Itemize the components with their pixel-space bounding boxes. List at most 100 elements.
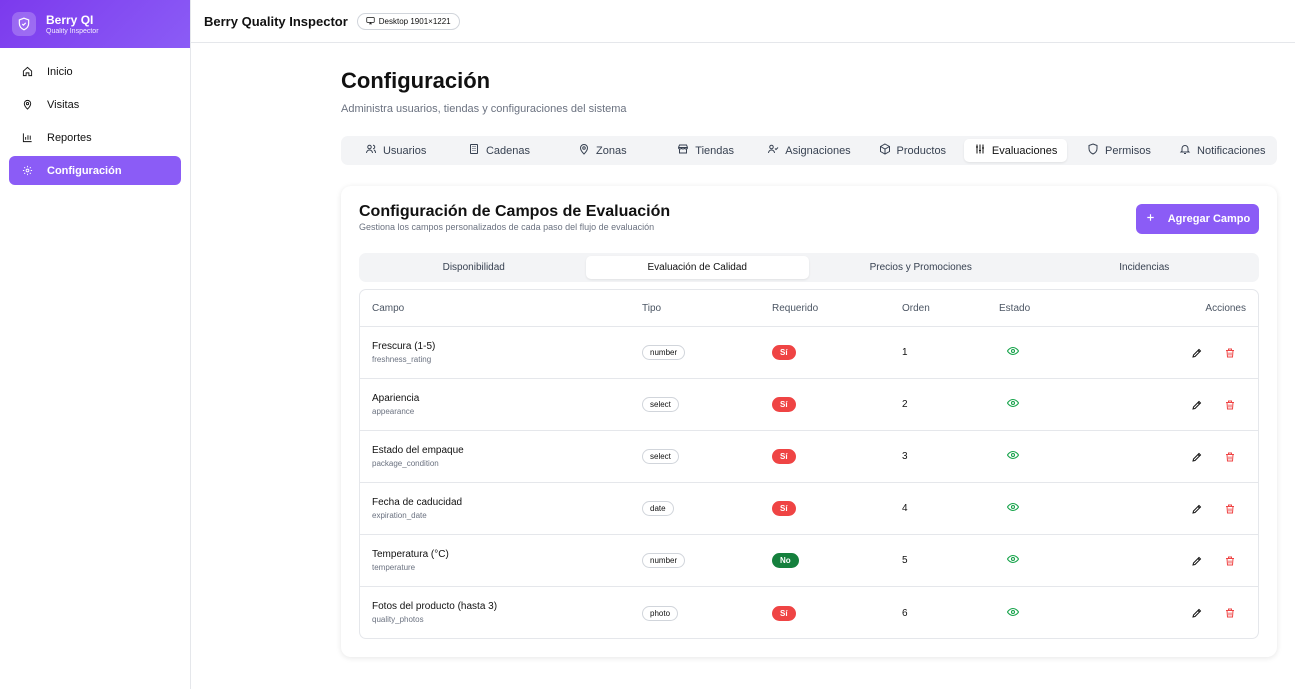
sidebar-item-inicio[interactable]: Inicio	[9, 57, 181, 86]
sidebar-item-label: Visitas	[47, 98, 80, 111]
users-icon	[365, 143, 377, 158]
field-key: expiration_date	[372, 510, 427, 520]
table-row: Fecha de caducidad expiration_date date …	[360, 483, 1258, 535]
tab-notificaciones[interactable]: Notificaciones	[1171, 139, 1274, 162]
step-tab-evaluacion-calidad[interactable]: Evaluación de Calidad	[585, 256, 809, 279]
map-pin-icon	[21, 99, 33, 111]
required-badge: Sí	[772, 501, 796, 516]
trash-icon[interactable]	[1224, 503, 1236, 515]
app-title: Berry Quality Inspector	[204, 13, 348, 29]
order-value: 4	[902, 503, 908, 514]
column-header-estado: Estado	[999, 302, 1031, 314]
order-value: 5	[902, 555, 908, 566]
user-check-icon	[767, 143, 779, 158]
step-tab-disponibilidad[interactable]: Disponibilidad	[362, 256, 586, 279]
pencil-icon[interactable]	[1191, 607, 1203, 619]
map-pin-icon	[578, 143, 590, 158]
step-tabs: Disponibilidad Evaluación de Calidad Pre…	[359, 253, 1259, 282]
tab-tiendas[interactable]: Tiendas	[654, 139, 757, 162]
device-badge-label: Desktop 1901×1221	[378, 16, 451, 26]
tab-label: Notificaciones	[1197, 144, 1266, 157]
field-key: package_condition	[372, 458, 439, 468]
tab-usuarios[interactable]: Usuarios	[344, 139, 447, 162]
gear-icon	[21, 165, 33, 177]
order-value: 6	[902, 607, 908, 619]
eye-icon[interactable]	[1006, 449, 1020, 464]
field-key: quality_photos	[372, 615, 424, 624]
shield-logo-icon	[12, 12, 36, 36]
column-header-campo: Campo	[372, 302, 405, 314]
field-name: Frescura (1-5)	[372, 340, 436, 352]
pencil-icon[interactable]	[1191, 399, 1203, 411]
step-tab-incidencias[interactable]: Incidencias	[1033, 256, 1257, 279]
field-name: Fecha de caducidad	[372, 496, 463, 508]
eye-icon[interactable]	[1006, 397, 1020, 412]
add-field-button[interactable]: Agregar Campo	[1136, 204, 1259, 234]
type-badge: select	[642, 397, 679, 412]
trash-icon[interactable]	[1224, 555, 1236, 567]
column-header-orden: Orden	[902, 302, 930, 314]
tab-zonas[interactable]: Zonas	[551, 139, 654, 162]
pencil-icon[interactable]	[1191, 555, 1203, 567]
page-subtitle: Administra usuarios, tiendas y configura…	[341, 103, 627, 115]
order-value: 3	[902, 451, 908, 462]
tab-asignaciones[interactable]: Asignaciones	[757, 139, 860, 162]
order-value: 2	[902, 399, 908, 410]
home-icon	[21, 66, 33, 78]
tab-label: Evaluaciones	[991, 144, 1058, 157]
step-tab-precios-promociones[interactable]: Precios y Promociones	[809, 256, 1033, 279]
table-row: Estado del empaque package_condition sel…	[360, 431, 1258, 483]
pencil-icon[interactable]	[1191, 451, 1203, 463]
required-badge: Sí	[772, 397, 796, 412]
store-icon	[677, 143, 689, 158]
eye-icon[interactable]	[1006, 553, 1020, 568]
sidebar-item-label: Configuración	[47, 164, 122, 177]
table-row: Temperatura (°C) temperature number No 5	[360, 535, 1258, 587]
required-badge: Sí	[772, 449, 796, 464]
table-header: Campo Tipo Requerido Orden Estado Accion…	[360, 290, 1258, 327]
required-badge: Sí	[772, 605, 796, 621]
bell-icon	[1179, 143, 1191, 158]
order-value: 1	[902, 347, 908, 358]
tab-label: Asignaciones	[785, 144, 851, 157]
sidebar-item-configuracion[interactable]: Configuración	[9, 156, 181, 185]
add-field-label: Agregar Campo	[1167, 213, 1251, 225]
page-title: Configuración	[341, 68, 491, 93]
table-row: Fotos del producto (hasta 3) quality_pho…	[360, 587, 1258, 638]
pencil-icon[interactable]	[1191, 503, 1203, 515]
evaluation-fields-card: Configuración de Campos de Evaluación Ge…	[341, 186, 1277, 657]
brand-subtitle: Quality Inspector	[46, 27, 99, 35]
tab-label: Tiendas	[695, 144, 735, 157]
sliders-icon	[974, 143, 986, 158]
eye-icon[interactable]	[1006, 345, 1020, 360]
tab-permisos[interactable]: Permisos	[1067, 139, 1170, 162]
trash-icon[interactable]	[1224, 607, 1236, 619]
field-key: appearance	[372, 406, 415, 416]
type-badge: select	[642, 449, 679, 464]
trash-icon[interactable]	[1224, 451, 1236, 463]
field-name: Apariencia	[372, 392, 420, 404]
card-description: Gestiona los campos personalizados de ca…	[359, 222, 655, 232]
shield-icon	[1087, 143, 1099, 158]
eye-icon[interactable]	[1006, 606, 1020, 621]
eye-icon[interactable]	[1006, 501, 1020, 516]
pencil-icon[interactable]	[1191, 347, 1203, 359]
brand-header[interactable]: Berry QI Quality Inspector	[0, 0, 190, 48]
sidebar-item-label: Inicio	[47, 65, 73, 78]
card-title: Configuración de Campos de Evaluación	[359, 203, 671, 220]
trash-icon[interactable]	[1224, 347, 1236, 359]
field-name: Fotos del producto (hasta 3)	[372, 601, 498, 612]
field-name: Temperatura (°C)	[372, 548, 449, 560]
sidebar-item-reportes[interactable]: Reportes	[9, 123, 181, 152]
trash-icon[interactable]	[1224, 399, 1236, 411]
device-badge[interactable]: Desktop 1901×1221	[356, 12, 460, 30]
bar-chart-icon	[21, 132, 33, 144]
type-badge: number	[642, 553, 686, 568]
tab-productos[interactable]: Productos	[861, 139, 964, 162]
table-row: Frescura (1-5) freshness_rating number S…	[360, 327, 1258, 379]
sidebar-item-visitas[interactable]: Visitas	[9, 90, 181, 119]
tab-evaluaciones[interactable]: Evaluaciones	[963, 139, 1068, 162]
fields-table: Campo Tipo Requerido Orden Estado Accion…	[359, 289, 1259, 639]
tab-cadenas[interactable]: Cadenas	[447, 139, 550, 162]
sidebar-nav: Inicio Visitas Reportes Configuración	[0, 48, 190, 198]
